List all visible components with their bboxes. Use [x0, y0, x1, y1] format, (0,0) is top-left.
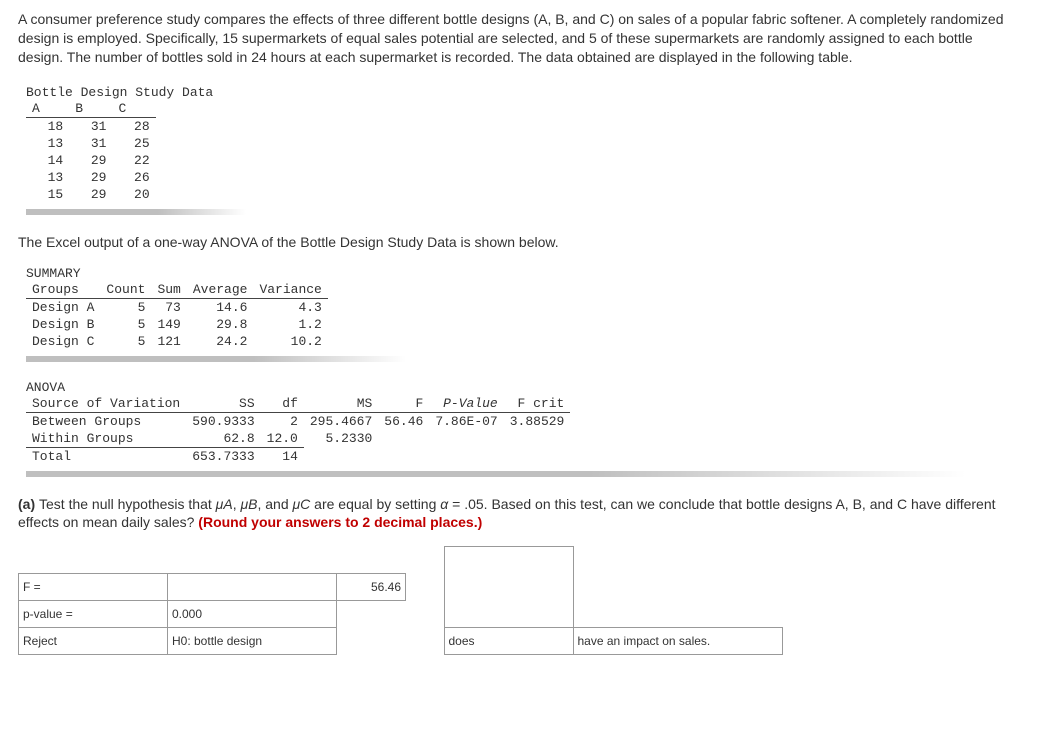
f-value[interactable]: 56.46 [337, 573, 406, 600]
impact-cell: have an impact on sales. [573, 627, 782, 654]
divider [26, 471, 966, 477]
f-label: F = [19, 573, 168, 600]
p-label: p-value = [19, 600, 168, 627]
divider [26, 356, 406, 362]
does-cell[interactable]: does [444, 627, 573, 654]
divider [26, 209, 246, 215]
data-table-title: Bottle Design Study Data [26, 85, 1018, 100]
anova-intro: The Excel output of a one-way ANOVA of t… [18, 233, 1018, 252]
f-input[interactable] [168, 573, 337, 600]
col-a: A [26, 100, 69, 118]
answer-grid: F = 56.46 p-value = 0.000 Reject H0: bot… [18, 546, 1018, 655]
h0-cell: H0: bottle design [168, 627, 337, 654]
anova-table: ANOVA Source of Variation SS df MS F P-V… [26, 380, 1018, 477]
problem-statement: A consumer preference study compares the… [18, 10, 1018, 67]
summary-title: SUMMARY [26, 266, 1018, 281]
col-b: B [69, 100, 112, 118]
decision-cell[interactable]: Reject [19, 627, 168, 654]
p-input[interactable]: 0.000 [168, 600, 337, 627]
part-a-question: (a) Test the null hypothesis that μA, μB… [18, 495, 1018, 533]
data-table: Bottle Design Study Data A B C 18 31 28 … [26, 85, 1018, 215]
col-c: C [112, 100, 155, 118]
summary-table: SUMMARY Groups Count Sum Average Varianc… [26, 266, 1018, 362]
anova-title: ANOVA [26, 380, 1018, 395]
